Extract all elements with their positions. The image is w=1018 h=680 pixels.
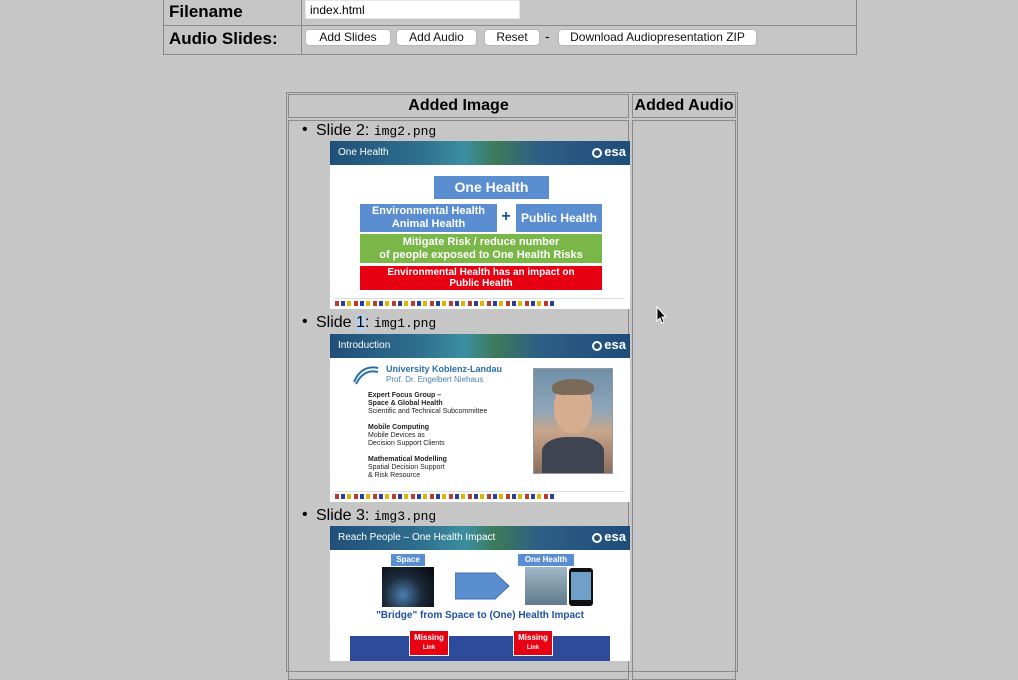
university-logo-icon <box>352 364 380 386</box>
bridge-text: "Bridge" from Space to (One) Health Impa… <box>376 610 584 621</box>
flags-strip <box>335 494 555 499</box>
slide-label: • Slide 1: img1.png <box>302 313 437 331</box>
public-health-box: Public Health <box>516 204 602 232</box>
slide-prefix: Slide <box>316 314 357 331</box>
one-health-label: One Health <box>518 554 574 566</box>
added-image-header: Added Image <box>288 94 629 118</box>
slide-footer-line <box>335 298 625 299</box>
slide-filename: img2.png <box>373 124 437 139</box>
expert-group-text: Expert Focus Group – Space & Global Heal… <box>368 392 488 479</box>
bullet-icon: • <box>302 313 308 330</box>
filename-row: Filename index.html <box>164 0 856 26</box>
filename-label: Filename <box>169 2 243 21</box>
bridge-bar <box>350 636 610 661</box>
slide-footer-line <box>335 491 625 492</box>
added-audio-cell <box>632 120 736 680</box>
slide-banner-title: Reach People – One Health Impact <box>338 532 496 543</box>
slide-banner: Reach People – One Health Impact esa <box>330 526 630 550</box>
reset-button[interactable]: Reset <box>484 29 540 46</box>
audio-slides-row: Audio Slides: Add Slides Add Audio Reset… <box>164 25 856 53</box>
bullet-icon: • <box>302 506 308 523</box>
space-label: Space <box>391 554 425 566</box>
missing-link-box: Missing Link <box>513 630 553 656</box>
slide-number-highlight: 1 <box>356 314 365 331</box>
slide-label: • Slide 3: img3.png <box>302 506 437 524</box>
download-zip-button[interactable]: Download Audiopresentation ZIP <box>558 29 757 46</box>
add-slides-button[interactable]: Add Slides <box>305 29 391 46</box>
env-animal-health-box: Environmental Health Animal Health <box>360 204 497 232</box>
slide-prefix: Slide 3 <box>316 507 365 524</box>
one-health-box: One Health <box>434 176 549 199</box>
slide-prefix: Slide 2 <box>316 122 365 139</box>
mitigate-risk-box: Mitigate Risk / reduce number of people e… <box>360 234 602 263</box>
missing-link-box: Missing Link <box>409 630 449 656</box>
slide-label: • Slide 2: img2.png <box>302 121 437 139</box>
flags-strip <box>335 301 555 306</box>
slide-banner-title: Introduction <box>338 340 391 351</box>
filename-input[interactable]: index.html <box>305 0 520 19</box>
slide-image[interactable]: Reach People – One Health Impact esa Spa… <box>330 526 630 661</box>
settings-form: Filename index.html Audio Slides: Add Sl… <box>163 0 857 55</box>
satellite-image <box>382 567 434 607</box>
add-audio-button[interactable]: Add Audio <box>396 29 477 46</box>
added-image-cell: • Slide 2: img2.png One Health esa One H… <box>288 120 630 680</box>
slide-image[interactable]: One Health esa One Health Environmental … <box>330 141 630 309</box>
arrow-icon <box>454 571 511 601</box>
env-impact-box: Environmental Health has an impact on Pub… <box>360 266 602 290</box>
slide-image[interactable]: Introduction esa University Koblenz-Land… <box>330 334 630 502</box>
bullet-icon: • <box>302 121 308 138</box>
slide-banner: One Health esa <box>330 141 630 165</box>
professor-name: Prof. Dr. Engelbert Niehaus <box>386 375 484 384</box>
slide-filename: img1.png <box>373 316 437 331</box>
added-audio-header: Added Audio <box>632 94 736 118</box>
esa-logo-icon: esa <box>592 144 626 159</box>
people-image <box>525 567 567 605</box>
mouse-pointer-icon <box>656 305 668 329</box>
portrait-photo <box>533 368 613 474</box>
separator: - <box>545 28 550 44</box>
plus-icon: + <box>501 208 511 225</box>
slides-table: Added Image Added Audio • Slide 2: img2.… <box>286 92 738 680</box>
slide-banner: Introduction esa <box>330 334 630 358</box>
slide-filename: img3.png <box>373 509 437 524</box>
university-name: University Koblenz-Landau <box>386 364 503 374</box>
esa-logo-icon: esa <box>592 337 626 352</box>
audio-slides-label: Audio Slides: <box>169 29 278 48</box>
phone-image <box>569 568 593 606</box>
esa-logo-icon: esa <box>592 529 626 544</box>
slide-banner-title: One Health <box>338 147 389 158</box>
